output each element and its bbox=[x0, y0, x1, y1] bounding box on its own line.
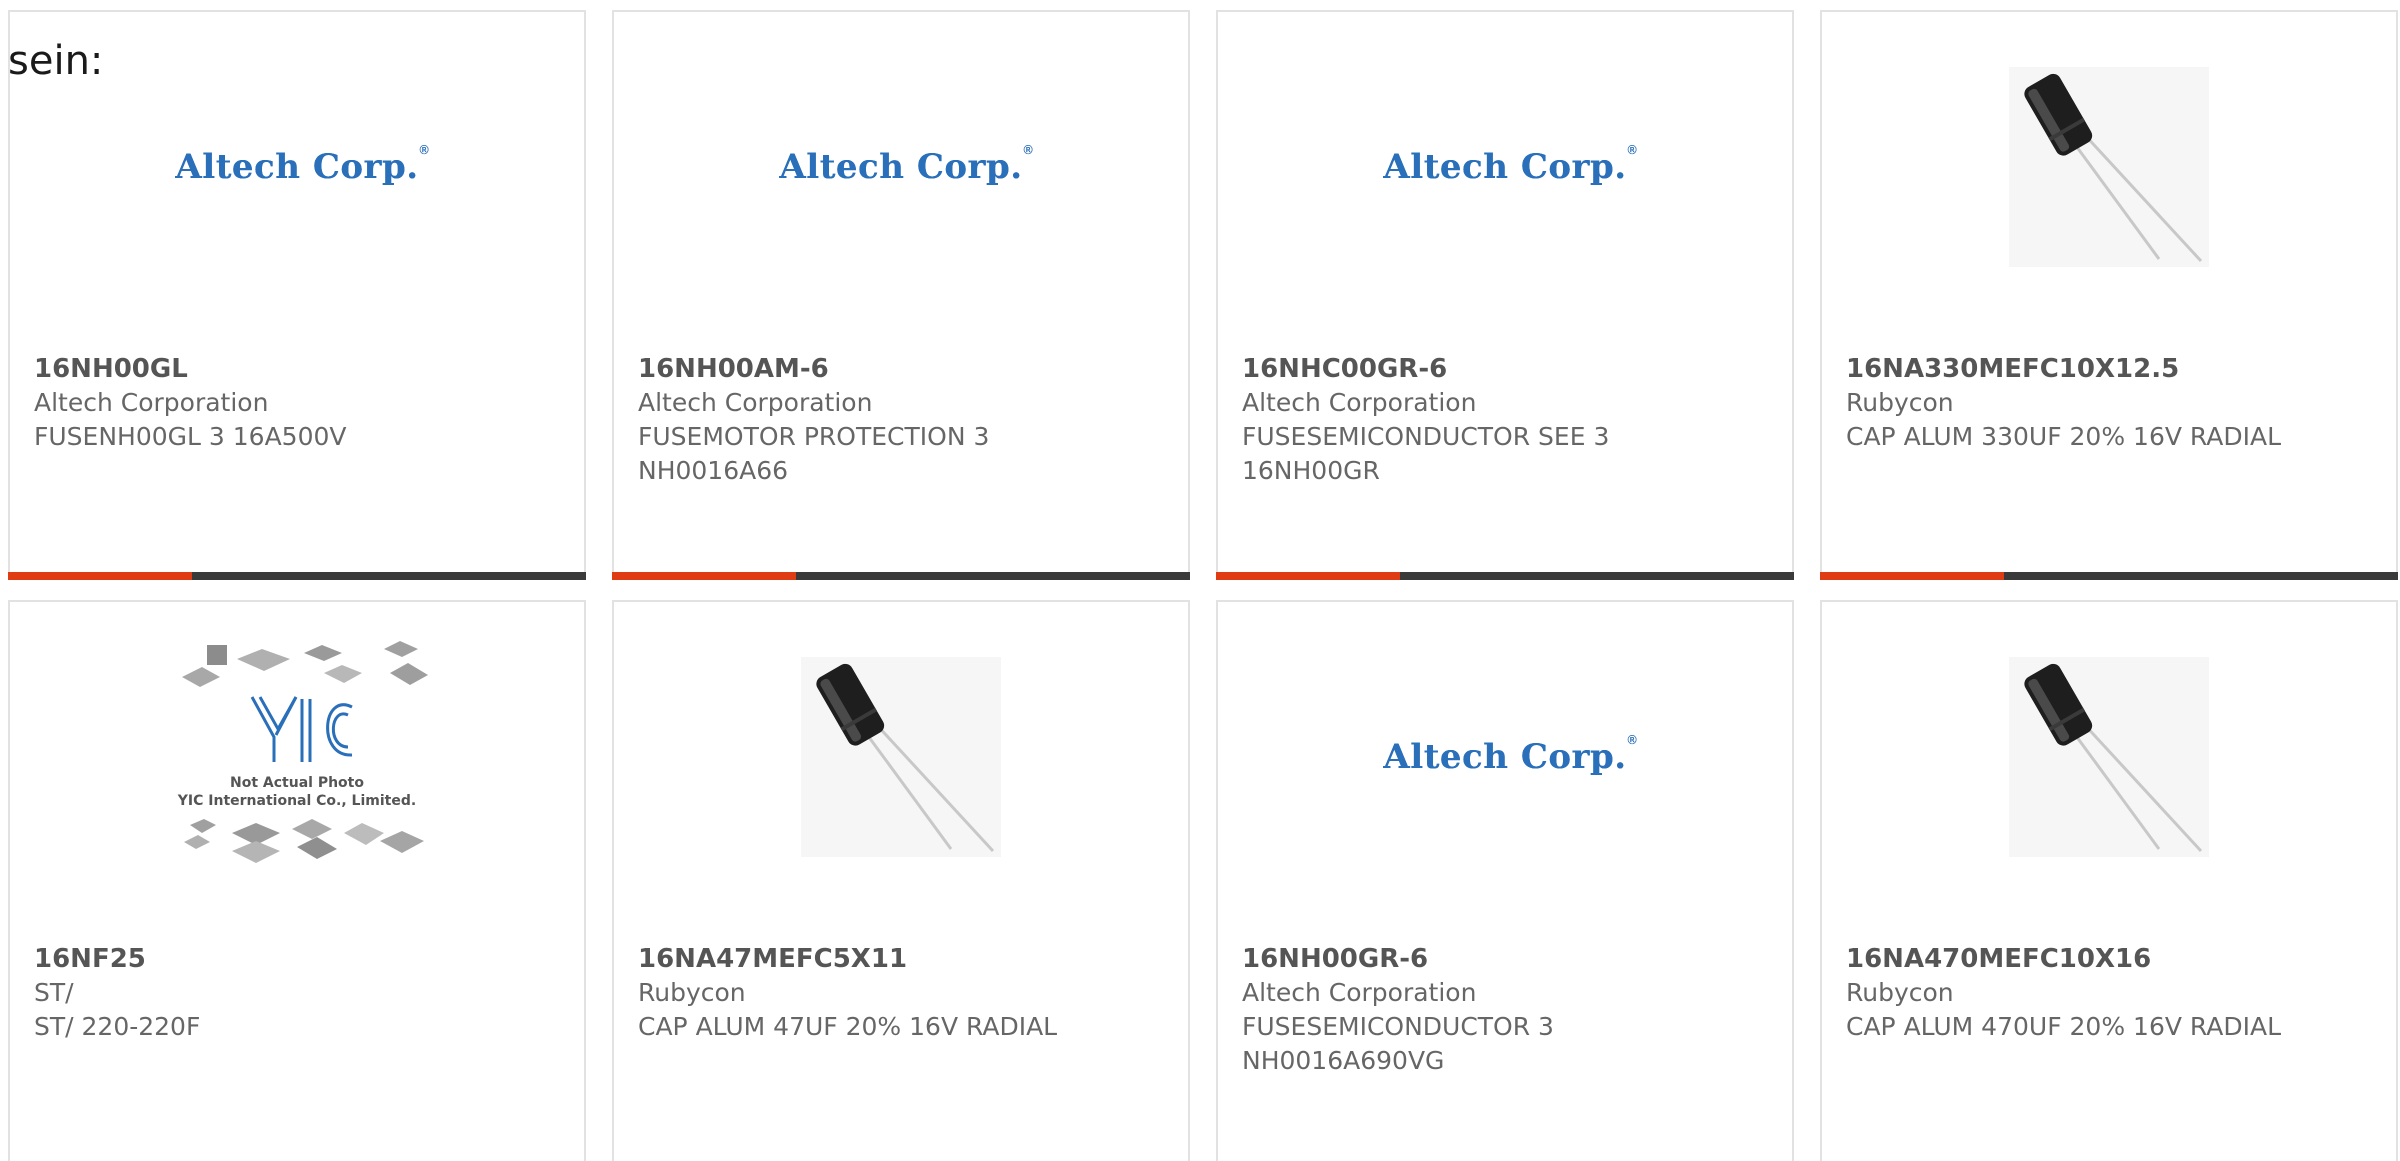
card-bar bbox=[612, 572, 1190, 580]
card-bar bbox=[8, 572, 586, 580]
manufacturer: Altech Corporation bbox=[638, 388, 873, 417]
manufacturer: Rubycon bbox=[1846, 388, 1954, 417]
product-grid: Altech Corp. ® 16NH00GL Altech Corporatio… bbox=[8, 10, 2400, 1161]
stray-text: sein: bbox=[8, 38, 104, 84]
card-bar-accent bbox=[8, 572, 192, 580]
placeholder-caption-1: Not Actual Photo bbox=[230, 775, 364, 791]
part-number-link[interactable]: 16NH00AM-6 bbox=[638, 352, 1138, 386]
product-card[interactable]: 16NA47MEFC5X11 Rubycon CAP ALUM 47UF 20%… bbox=[612, 600, 1190, 1161]
product-image[interactable]: Altech Corp. ® bbox=[10, 52, 584, 282]
product-image[interactable]: Altech Corp. ® bbox=[1218, 52, 1792, 282]
altech-logo: Altech Corp. ® bbox=[779, 143, 1035, 187]
manufacturer: ST/ bbox=[34, 978, 74, 1007]
part-number-link[interactable]: 16NA330MEFC10X12.5 bbox=[1846, 352, 2346, 386]
yic-placeholder-image: Not Actual Photo YIC International Co., … bbox=[177, 641, 428, 863]
product-card[interactable]: Altech Corp. ® 16NH00GL Altech Corporatio… bbox=[8, 10, 586, 580]
manufacturer: Altech Corporation bbox=[1242, 978, 1477, 1007]
description: FUSENH00GL 3 16A500V bbox=[34, 422, 347, 451]
product-card[interactable]: Altech Corp. ® 16NHC00GR-6 Altech Corpora… bbox=[1216, 10, 1794, 580]
description: FUSEMOTOR PROTECTION 3 NH0016A66 bbox=[638, 422, 990, 485]
capacitor-photo bbox=[801, 657, 1001, 857]
description: FUSESEMICONDUCTOR SEE 3 16NH00GR bbox=[1242, 422, 1610, 485]
product-card[interactable]: Altech Corp. ® 16NH00GR-6 Altech Corporat… bbox=[1216, 600, 1794, 1161]
altech-logo: Altech Corp. ® bbox=[1383, 143, 1639, 187]
part-number-link[interactable]: 16NF25 bbox=[34, 942, 534, 976]
description: ST/ 220-220F bbox=[34, 1012, 201, 1041]
altech-logo: Altech Corp. ® bbox=[1383, 733, 1639, 777]
product-card[interactable]: 16NA470MEFC10X16 Rubycon CAP ALUM 470UF … bbox=[1820, 600, 2398, 1161]
description: CAP ALUM 470UF 20% 16V RADIAL bbox=[1846, 1012, 2282, 1041]
description: CAP ALUM 47UF 20% 16V RADIAL bbox=[638, 1012, 1058, 1041]
manufacturer: Altech Corporation bbox=[34, 388, 269, 417]
capacitor-photo bbox=[2009, 657, 2209, 857]
manufacturer: Altech Corporation bbox=[1242, 388, 1477, 417]
card-bar-accent bbox=[1216, 572, 1400, 580]
product-card[interactable]: Altech Corp. ® 16NH00AM-6 Altech Corporat… bbox=[612, 10, 1190, 580]
product-image[interactable]: Not Actual Photo YIC International Co., … bbox=[10, 641, 584, 872]
manufacturer: Rubycon bbox=[1846, 978, 1954, 1007]
description: FUSESEMICONDUCTOR 3 NH0016A690VG bbox=[1242, 1012, 1554, 1075]
product-image[interactable] bbox=[1822, 52, 2396, 282]
part-number-link[interactable]: 16NH00GL bbox=[34, 352, 534, 386]
capacitor-photo bbox=[2009, 67, 2209, 267]
card-bar-accent bbox=[1820, 572, 2004, 580]
part-number-link[interactable]: 16NH00GR-6 bbox=[1242, 942, 1742, 976]
product-image[interactable]: Altech Corp. ® bbox=[614, 52, 1188, 282]
card-bar-accent bbox=[612, 572, 796, 580]
part-number-link[interactable]: 16NA470MEFC10X16 bbox=[1846, 942, 2346, 976]
card-bar bbox=[1216, 572, 1794, 580]
product-card[interactable]: Not Actual Photo YIC International Co., … bbox=[8, 600, 586, 1161]
product-image[interactable] bbox=[1822, 642, 2396, 872]
part-number-link[interactable]: 16NHC00GR-6 bbox=[1242, 352, 1742, 386]
manufacturer: Rubycon bbox=[638, 978, 746, 1007]
product-image[interactable] bbox=[614, 642, 1188, 872]
part-number-link[interactable]: 16NA47MEFC5X11 bbox=[638, 942, 1138, 976]
product-card[interactable]: 16NA330MEFC10X12.5 Rubycon CAP ALUM 330U… bbox=[1820, 10, 2398, 580]
product-image[interactable]: Altech Corp. ® bbox=[1218, 642, 1792, 872]
altech-logo: Altech Corp. ® bbox=[175, 143, 431, 187]
description: CAP ALUM 330UF 20% 16V RADIAL bbox=[1846, 422, 2282, 451]
placeholder-caption-2: YIC International Co., Limited. bbox=[177, 793, 416, 809]
card-bar bbox=[1820, 572, 2398, 580]
